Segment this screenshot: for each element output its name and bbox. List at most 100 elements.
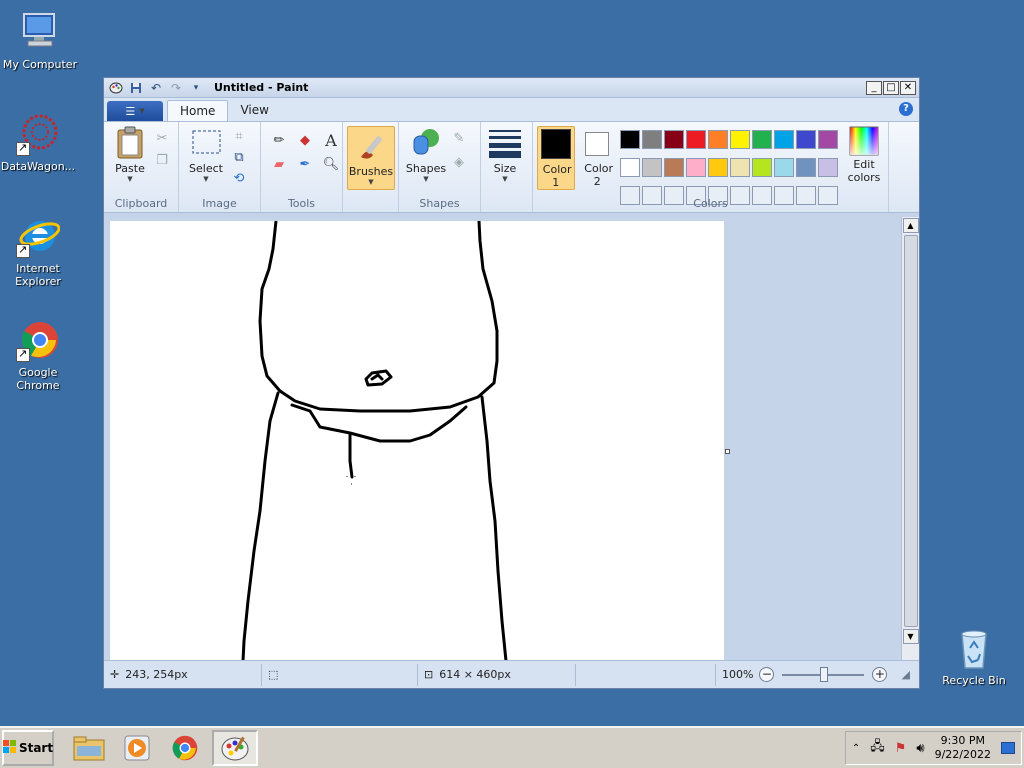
action-center-icon[interactable]: ⚑ xyxy=(895,741,907,756)
maximize-button[interactable]: □ xyxy=(883,80,899,95)
file-menu-button[interactable]: ☰ ▼ xyxy=(107,101,163,121)
color-swatch[interactable] xyxy=(664,130,684,149)
color-swatch[interactable] xyxy=(620,130,640,149)
drawing-canvas[interactable] xyxy=(110,219,724,660)
zoom-in-button[interactable]: + xyxy=(872,667,888,682)
internet-explorer-icon xyxy=(16,214,61,258)
ribbon-tabs: ☰ ▼ Home View ? xyxy=(104,98,919,121)
title-bar[interactable]: ↶ ↷ ▾ Untitled - Paint _ □ ✕ xyxy=(104,78,919,98)
color-swatch[interactable] xyxy=(796,158,816,177)
taskbar-chrome-icon[interactable] xyxy=(164,730,206,766)
color-swatch[interactable] xyxy=(686,130,706,149)
color2-label: Color 2 xyxy=(584,162,614,188)
group-size: Size ▼ xyxy=(481,122,533,212)
group-label: Clipboard xyxy=(114,197,168,210)
group-tools: ✏ ◆ A ▰ ✒ 🔍︎ Tools xyxy=(261,122,343,212)
zoom-slider-thumb[interactable] xyxy=(820,666,829,682)
desktop-icon-recycle-bin[interactable]: Recycle Bin xyxy=(934,626,1014,687)
scroll-up-icon[interactable]: ▲ xyxy=(902,218,919,233)
group-colors: Color 1 Color 2 Edit colors Colors xyxy=(533,122,889,212)
brushes-button[interactable]: Brushes ▼ xyxy=(347,126,395,190)
color-swatch[interactable] xyxy=(708,158,728,177)
pencil-icon[interactable]: ✏ xyxy=(269,130,289,150)
magnifier-icon[interactable]: 🔍︎ xyxy=(321,154,341,174)
shortcut-arrow-icon xyxy=(16,243,30,258)
shortcut-arrow-icon xyxy=(16,347,30,362)
color-swatch[interactable] xyxy=(730,130,750,149)
paint-app-icon[interactable] xyxy=(108,80,124,96)
clock[interactable]: 9:30 PM 9/22/2022 xyxy=(935,734,991,762)
taskbar-media-player-icon[interactable] xyxy=(116,730,158,766)
system-tray: ⌃ 🖧︎ ⚑ 🔊︎ 9:30 PM 9/22/2022 xyxy=(844,731,1022,765)
show-desktop-icon[interactable] xyxy=(1001,742,1015,754)
chevron-down-icon: ▼ xyxy=(502,175,508,183)
color-swatch[interactable] xyxy=(752,158,772,177)
start-button[interactable]: Start xyxy=(2,730,54,766)
cut-icon[interactable]: ✂ xyxy=(152,128,172,148)
canvas-size-icon: ⊡ xyxy=(424,668,434,681)
taskbar-explorer-icon[interactable] xyxy=(68,730,110,766)
tab-view[interactable]: View xyxy=(228,100,280,121)
fill-bucket-icon[interactable]: ◆ xyxy=(295,130,315,150)
chevron-down-icon: ▼ xyxy=(423,175,429,183)
taskbar-paint-icon[interactable] xyxy=(212,730,258,766)
chevron-down-icon: ▼ xyxy=(368,178,374,186)
canvas-resize-handle[interactable] xyxy=(725,449,730,454)
eraser-icon[interactable]: ▰ xyxy=(269,154,289,174)
rotate-icon[interactable]: ⟲ xyxy=(229,168,249,188)
color-swatch[interactable] xyxy=(620,158,640,177)
shapes-icon xyxy=(410,126,442,160)
color-swatch[interactable] xyxy=(752,130,772,149)
group-label: Tools xyxy=(287,197,316,210)
resize-icon[interactable]: ⧉ xyxy=(229,147,249,167)
volume-icon[interactable]: 🔊︎ xyxy=(916,741,924,756)
scroll-down-icon[interactable]: ▼ xyxy=(902,629,919,644)
text-tool-icon[interactable]: A xyxy=(321,130,341,150)
zoom-out-button[interactable]: − xyxy=(759,667,775,682)
network-icon[interactable]: 🖧︎ xyxy=(870,737,885,759)
tab-home[interactable]: Home xyxy=(167,100,229,121)
drawing-strokes xyxy=(241,219,508,660)
help-icon[interactable]: ? xyxy=(899,102,913,116)
computer-icon xyxy=(18,10,62,54)
save-icon[interactable] xyxy=(128,80,144,96)
zoom-slider[interactable] xyxy=(782,666,865,682)
chrome-icon xyxy=(16,318,60,362)
color-swatch[interactable] xyxy=(664,158,684,177)
canvas-area[interactable] xyxy=(104,217,901,660)
color-swatch[interactable] xyxy=(642,158,662,177)
resize-grip-icon[interactable]: ◢ xyxy=(901,668,909,681)
color1-swatch xyxy=(540,129,571,159)
color-swatch[interactable] xyxy=(686,158,706,177)
color-swatch[interactable] xyxy=(774,130,794,149)
desktop-icon-datawagon[interactable]: DataWagon... xyxy=(0,112,78,173)
desktop-icon-label: My Computer xyxy=(2,58,78,71)
customize-toolbar-icon[interactable]: ▾ xyxy=(188,80,204,96)
desktop-icon-my-computer[interactable]: My Computer xyxy=(0,10,80,71)
desktop-icon-google-chrome[interactable]: Google Chrome xyxy=(0,318,78,392)
redo-icon[interactable]: ↷ xyxy=(168,80,184,96)
fill-icon[interactable]: ◈ xyxy=(449,152,469,172)
desktop-icon-label: Google Chrome xyxy=(16,366,60,392)
color-picker-icon[interactable]: ✒ xyxy=(295,154,315,174)
crop-icon[interactable]: ⌗ xyxy=(229,126,249,146)
undo-icon[interactable]: ↶ xyxy=(148,80,164,96)
color-swatch[interactable] xyxy=(774,158,794,177)
color-swatch[interactable] xyxy=(642,130,662,149)
scroll-thumb[interactable] xyxy=(903,235,918,627)
desktop-icon-internet-explorer[interactable]: Internet Explorer xyxy=(0,214,78,288)
show-hidden-icons[interactable]: ⌃ xyxy=(852,743,860,754)
color-swatch[interactable] xyxy=(708,130,728,149)
close-button[interactable]: ✕ xyxy=(900,80,916,95)
color-swatch[interactable] xyxy=(818,158,838,177)
color1-button[interactable]: Color 1 xyxy=(537,126,575,190)
vertical-scrollbar[interactable]: ▲ ▼ xyxy=(901,217,919,662)
color-swatch[interactable] xyxy=(730,158,750,177)
color-swatch[interactable] xyxy=(818,130,838,149)
minimize-button[interactable]: _ xyxy=(866,80,882,95)
size-button[interactable]: Size ▼ xyxy=(483,126,527,183)
outline-icon[interactable]: ✎ xyxy=(449,128,469,148)
copy-icon[interactable]: ❐ xyxy=(152,150,172,170)
desktop-icon-label: Internet Explorer xyxy=(15,262,61,288)
color-swatch[interactable] xyxy=(796,130,816,149)
